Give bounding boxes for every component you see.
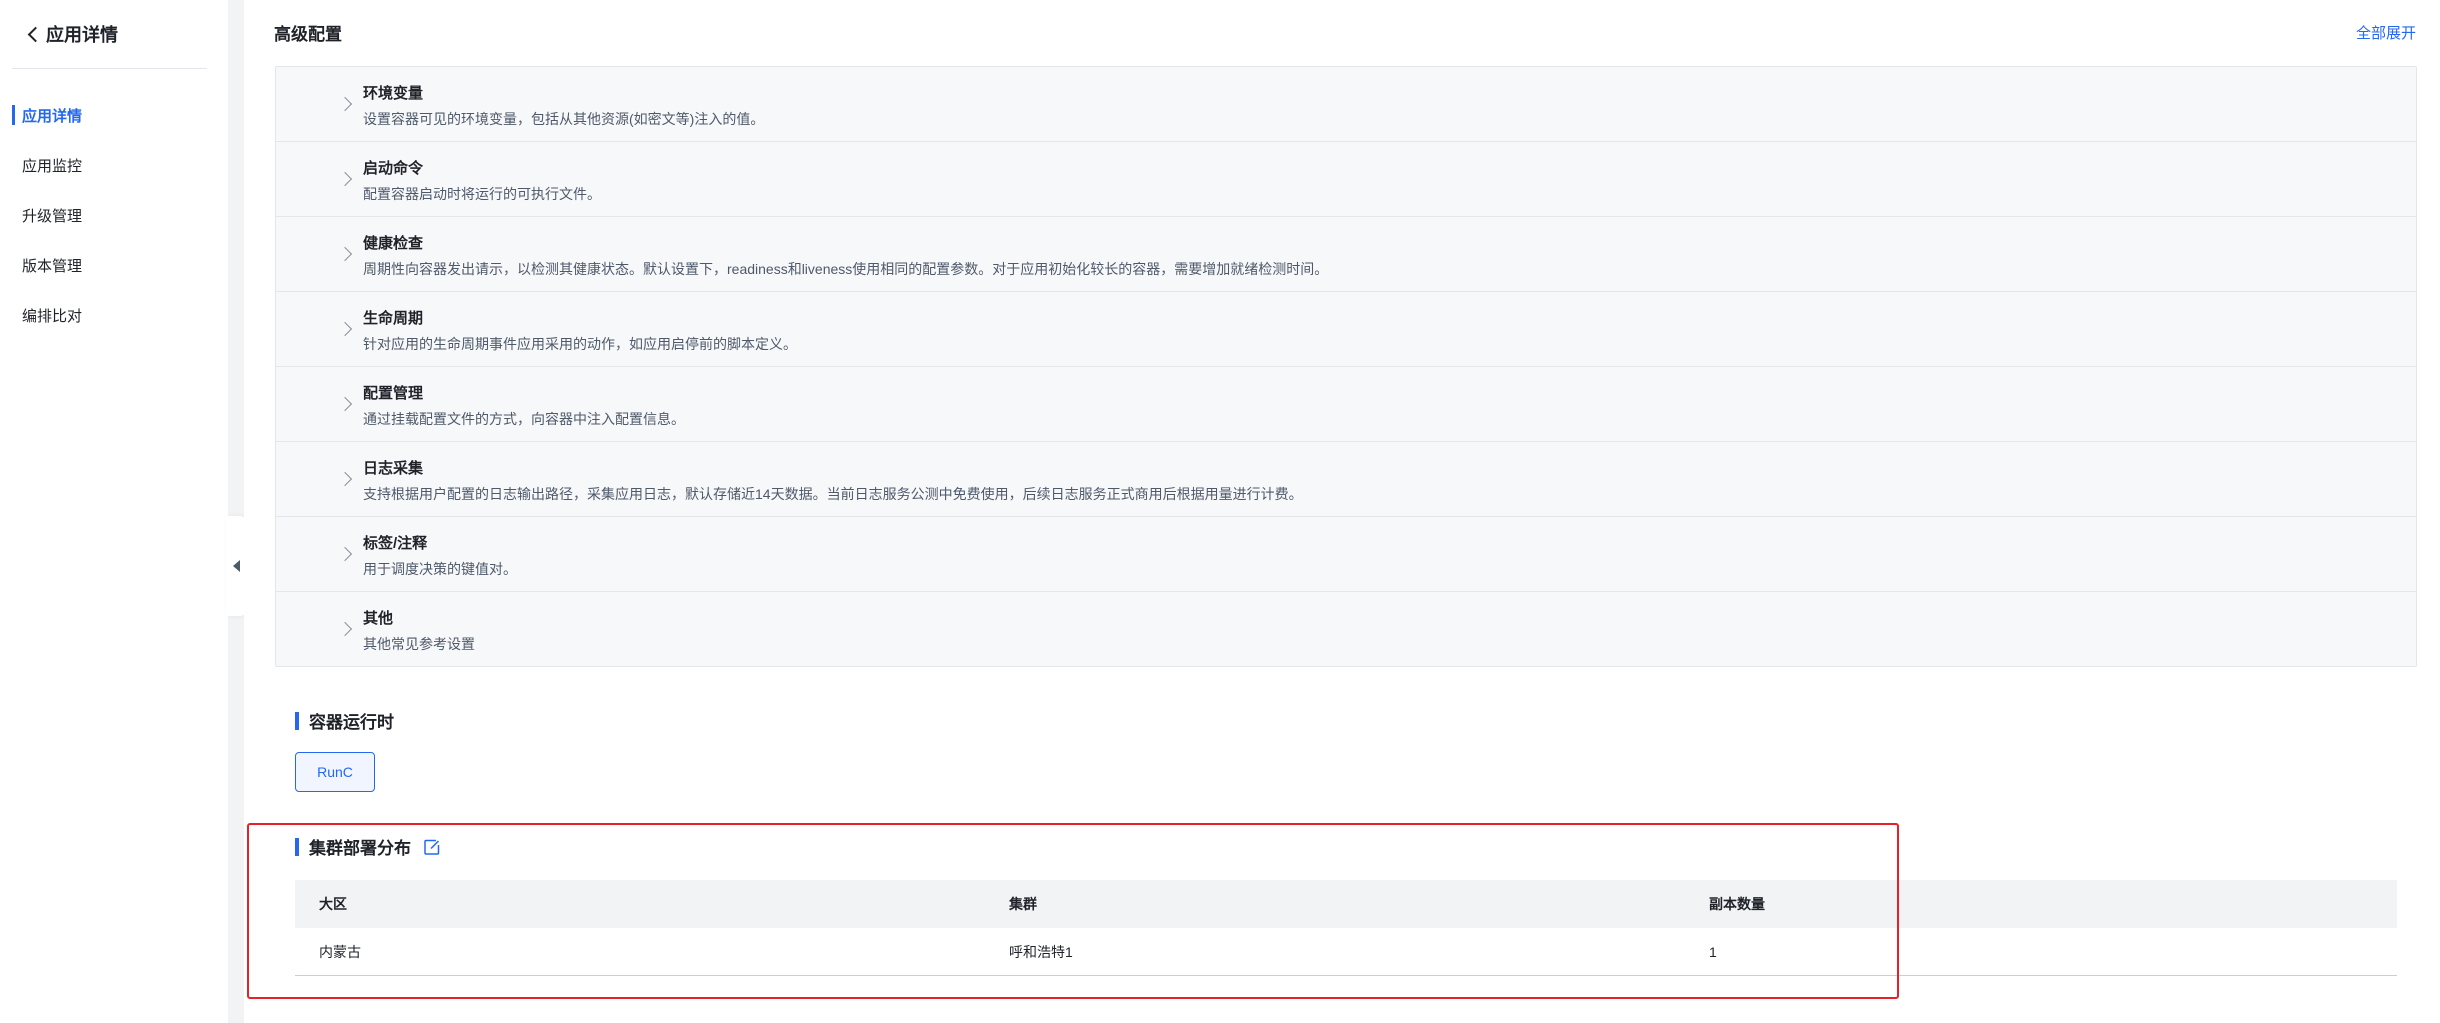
- cell-region: 内蒙古: [319, 943, 361, 960]
- sidebar-item-app-detail[interactable]: 应用详情: [0, 90, 228, 140]
- section-accent-bar: [295, 837, 299, 856]
- config-row-desc: 其他常见参考设置: [363, 636, 475, 652]
- layout-gutter: [228, 0, 244, 1023]
- chevron-left-icon[interactable]: [26, 27, 40, 41]
- sidebar-item-upgrade[interactable]: 升级管理: [0, 190, 228, 240]
- sidebar-item-app-monitor[interactable]: 应用监控: [0, 140, 228, 190]
- config-row-desc: 设置容器可见的环境变量，包括从其他资源(如密文等)注入的值。: [363, 111, 765, 127]
- main-content: 高级配置 全部展开 环境变量 设置容器可见的环境变量，包括从其他资源(如密文等)…: [244, 0, 2440, 1023]
- config-row-title: 配置管理: [363, 385, 424, 402]
- chevron-right-icon: [337, 321, 353, 337]
- back-button[interactable]: 应用详情: [26, 20, 118, 48]
- config-row-title: 日志采集: [363, 460, 424, 477]
- config-row-configmap[interactable]: 配置管理 通过挂载配置文件的方式，向容器中注入配置信息。: [276, 367, 2416, 442]
- cell-replicas: 1: [1709, 943, 1717, 960]
- chevron-right-icon: [337, 96, 353, 112]
- sidebar-collapse-toggle[interactable]: [226, 516, 246, 616]
- cluster-table: 大区 集群 副本数量 内蒙古 呼和浩特1 1: [295, 880, 2397, 976]
- edit-icon[interactable]: [423, 838, 441, 856]
- config-row-env[interactable]: 环境变量 设置容器可见的环境变量，包括从其他资源(如密文等)注入的值。: [276, 67, 2416, 142]
- table-row: 内蒙古 呼和浩特1 1: [295, 928, 2397, 976]
- chevron-right-icon: [337, 546, 353, 562]
- expand-all-link[interactable]: 全部展开: [2356, 22, 2416, 43]
- column-header-replicas: 副本数量: [1709, 896, 1765, 912]
- config-row-command[interactable]: 启动命令 配置容器启动时将运行的可执行文件。: [276, 142, 2416, 217]
- config-row-title: 环境变量: [363, 85, 424, 102]
- config-row-title: 启动命令: [363, 160, 424, 177]
- config-row-desc: 配置容器启动时将运行的可执行文件。: [363, 186, 601, 202]
- config-row-desc: 用于调度决策的键值对。: [363, 561, 517, 577]
- runtime-section-title: 容器运行时: [295, 708, 394, 733]
- config-row-desc: 支持根据用户配置的日志输出路径，采集应用日志，默认存储近14天数据。当前日志服务…: [363, 486, 1303, 502]
- chevron-right-icon: [337, 396, 353, 412]
- column-header-cluster: 集群: [1009, 896, 1037, 912]
- sidebar-divider: [12, 68, 207, 69]
- advanced-config-title: 高级配置: [274, 25, 342, 44]
- config-row-title: 标签/注释: [363, 535, 428, 552]
- config-row-title: 健康检查: [363, 235, 424, 252]
- config-row-other[interactable]: 其他 其他常见参考设置: [276, 592, 2416, 667]
- chevron-right-icon: [337, 171, 353, 187]
- runtime-title-text: 容器运行时: [309, 713, 394, 732]
- sidebar-item-version[interactable]: 版本管理: [0, 240, 228, 290]
- sidebar-item-compare[interactable]: 编排比对: [0, 290, 228, 340]
- chevron-right-icon: [337, 471, 353, 487]
- sidebar-nav: 应用详情 应用监控 升级管理 版本管理 编排比对: [0, 90, 228, 340]
- cell-cluster: 呼和浩特1: [1009, 943, 1073, 960]
- cluster-title-text: 集群部署分布: [309, 839, 411, 858]
- sidebar: 应用详情 应用详情 应用监控 升级管理 版本管理 编排比对: [0, 0, 228, 1023]
- advanced-config-panel: 环境变量 设置容器可见的环境变量，包括从其他资源(如密文等)注入的值。 启动命令…: [275, 66, 2417, 667]
- config-row-health[interactable]: 健康检查 周期性向容器发出请示，以检测其健康状态。默认设置下，readiness…: [276, 217, 2416, 292]
- column-header-region: 大区: [319, 896, 347, 912]
- config-row-desc: 通过挂载配置文件的方式，向容器中注入配置信息。: [363, 411, 685, 427]
- config-row-logs[interactable]: 日志采集 支持根据用户配置的日志输出路径，采集应用日志，默认存储近14天数据。当…: [276, 442, 2416, 517]
- page-title: 应用详情: [46, 25, 118, 45]
- config-row-desc: 针对应用的生命周期事件应用采用的动作，如应用启停前的脚本定义。: [363, 336, 797, 352]
- config-row-title: 生命周期: [363, 310, 424, 327]
- section-accent-bar: [295, 711, 299, 730]
- config-row-lifecycle[interactable]: 生命周期 针对应用的生命周期事件应用采用的动作，如应用启停前的脚本定义。: [276, 292, 2416, 367]
- config-row-desc: 周期性向容器发出请示，以检测其健康状态。默认设置下，readiness和live…: [363, 261, 1329, 277]
- chevron-right-icon: [337, 621, 353, 637]
- runtime-tag[interactable]: RunC: [295, 752, 375, 792]
- caret-left-icon[interactable]: [233, 560, 240, 572]
- cluster-section-title: 集群部署分布: [295, 834, 441, 859]
- table-header: 大区 集群 副本数量: [295, 880, 2397, 928]
- config-row-title: 其他: [363, 610, 394, 627]
- chevron-right-icon: [337, 246, 353, 262]
- config-row-labels[interactable]: 标签/注释 用于调度决策的键值对。: [276, 517, 2416, 592]
